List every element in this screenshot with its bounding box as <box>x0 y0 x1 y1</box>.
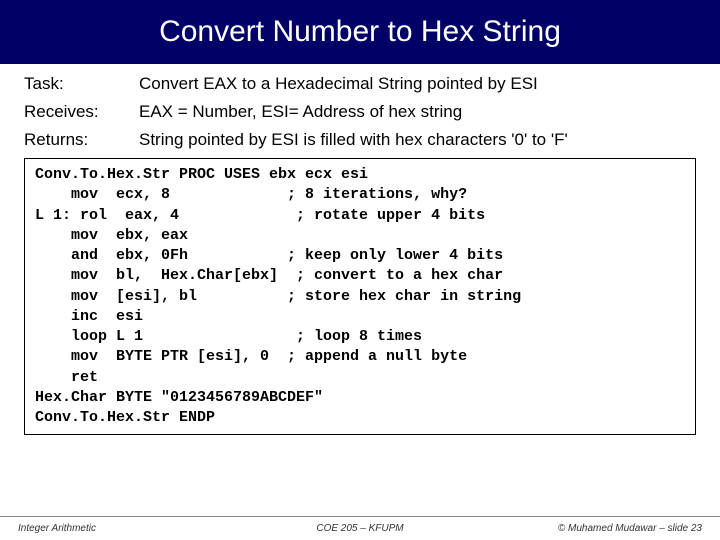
footer-center: COE 205 – KFUPM <box>246 523 474 534</box>
task-value: Convert EAX to a Hexadecimal String poin… <box>139 74 696 94</box>
returns-value: String pointed by ESI is filled with hex… <box>139 130 696 150</box>
code-box: Conv.To.Hex.Str PROC USES ebx ecx esi mo… <box>24 158 696 435</box>
receives-label: Receives: <box>24 102 139 122</box>
task-label: Task: <box>24 74 139 94</box>
title-bar: Convert Number to Hex String <box>0 0 720 64</box>
receives-value: EAX = Number, ESI= Address of hex string <box>139 102 696 122</box>
returns-label: Returns: <box>24 130 139 150</box>
footer-right: © Muhamed Mudawar – slide 23 <box>474 523 702 534</box>
slide-title: Convert Number to Hex String <box>159 15 561 49</box>
content-area: Task: Convert EAX to a Hexadecimal Strin… <box>0 64 720 150</box>
returns-row: Returns: String pointed by ESI is filled… <box>24 130 696 150</box>
footer: Integer Arithmetic COE 205 – KFUPM © Muh… <box>0 516 720 540</box>
receives-row: Receives: EAX = Number, ESI= Address of … <box>24 102 696 122</box>
footer-left: Integer Arithmetic <box>18 523 246 534</box>
task-row: Task: Convert EAX to a Hexadecimal Strin… <box>24 74 696 94</box>
